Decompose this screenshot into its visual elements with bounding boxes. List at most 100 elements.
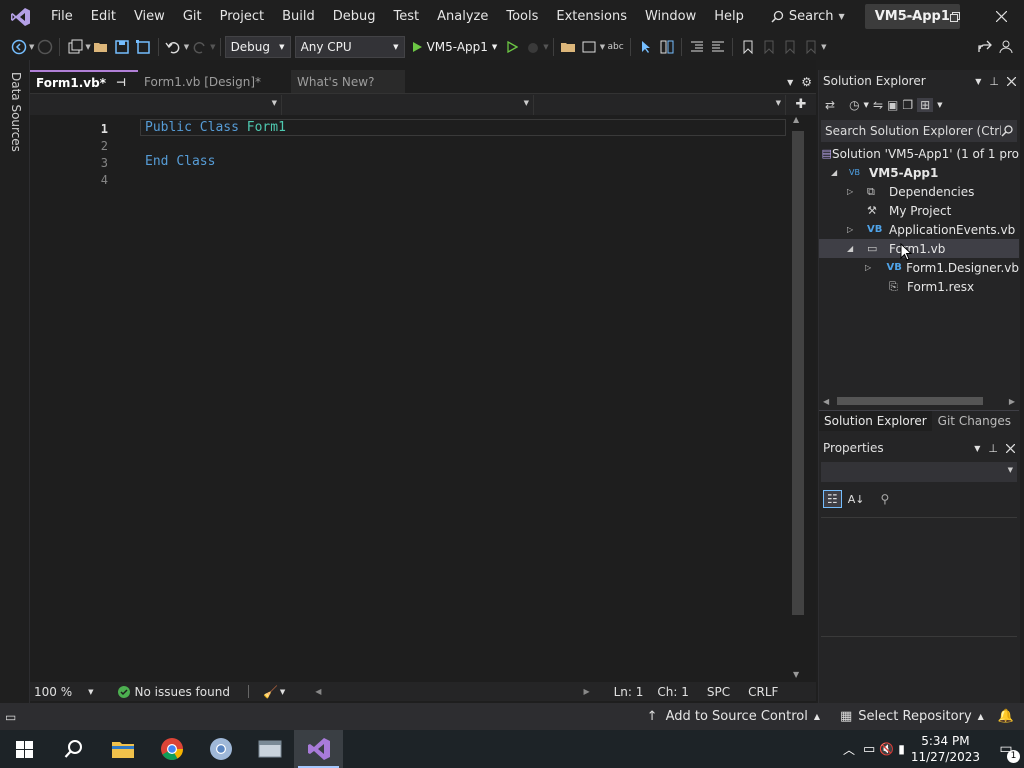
tree-item-application-events[interactable]: ▷ VB ApplicationEvents.vb (819, 220, 1019, 239)
zoom-level[interactable]: 100 % (34, 685, 72, 699)
tab-form1-design[interactable]: Form1.vb [Design]* (140, 70, 291, 93)
scrollbar-thumb[interactable] (837, 397, 984, 405)
expanded-arrow-icon[interactable]: ◢ (819, 168, 839, 177)
feedback-button[interactable] (995, 36, 1016, 58)
compare-button[interactable] (656, 36, 677, 58)
restore-button[interactable] (932, 0, 978, 33)
open-folder-button[interactable] (558, 36, 579, 58)
scroll-up-icon[interactable]: ▲ (793, 115, 799, 124)
split-editor-button[interactable]: ✚ (786, 97, 816, 112)
tree-item-project[interactable]: ◢ VB VM5-App1 (819, 163, 1019, 182)
indent-button[interactable] (686, 36, 707, 58)
menu-window[interactable]: Window (636, 0, 705, 33)
scroll-right-icon[interactable]: ▶ (583, 687, 589, 696)
menu-project[interactable]: Project (211, 0, 273, 33)
tab-solution-explorer[interactable]: Solution Explorer (819, 410, 932, 431)
tree-item-solution[interactable]: ▤ Solution 'VM5-App1' (1 of 1 pro (819, 144, 1019, 163)
volume-muted-icon[interactable]: 🔇 (879, 742, 894, 756)
save-button[interactable] (112, 36, 133, 58)
tree-item-form1-designer[interactable]: ▷ VB Form1.Designer.vb (819, 258, 1019, 277)
data-sources-strip[interactable]: Data Sources (0, 60, 30, 703)
chevron-down-icon[interactable]: ▼ (210, 43, 215, 51)
start-without-debugging-button[interactable] (501, 36, 522, 58)
chevron-down-icon[interactable]: ▼ (864, 101, 869, 109)
properties-object-select[interactable]: ▼ (821, 462, 1017, 482)
next-bookmark-button[interactable] (779, 36, 800, 58)
chevron-up-icon[interactable]: ︿ (843, 741, 855, 758)
taskbar-app-window[interactable] (245, 730, 294, 768)
sync-icon[interactable]: ⇋ (873, 98, 883, 112)
menu-view[interactable]: View (125, 0, 174, 33)
column-indicator[interactable]: Ch: 1 (657, 685, 688, 699)
spell-check-button[interactable]: abc (605, 36, 626, 58)
history-icon[interactable]: ◷ (849, 98, 859, 112)
member-scope-dropdown[interactable]: ▼ (534, 94, 786, 115)
taskbar-search-button[interactable] (49, 730, 98, 768)
chat-status-icon[interactable]: ▭ (5, 710, 16, 724)
chevron-down-icon[interactable]: ▼ (974, 444, 980, 453)
chevron-down-icon[interactable]: ▼ (821, 43, 826, 51)
menu-help[interactable]: Help (705, 0, 753, 33)
outdent-button[interactable] (707, 36, 728, 58)
new-project-button[interactable] (64, 36, 85, 58)
type-scope-dropdown[interactable]: ▼ (282, 94, 534, 115)
tree-item-form1[interactable]: ◢ ▭ Form1.vb (819, 239, 1019, 258)
issues-status[interactable]: No issues found (135, 685, 230, 699)
save-all-button[interactable] (133, 36, 154, 58)
code-line-3[interactable]: End Class (145, 154, 215, 169)
prev-bookmark-button[interactable] (758, 36, 779, 58)
code-line-1[interactable]: Public Class Form1 (145, 120, 286, 135)
pin-icon[interactable]: ⊥ (989, 75, 999, 88)
pin-icon[interactable]: ⊥ (988, 442, 998, 455)
minimize-button[interactable] (886, 0, 932, 33)
menu-build[interactable]: Build (273, 0, 324, 33)
collapsed-arrow-icon[interactable]: ▷ (819, 187, 867, 196)
chevron-up-icon[interactable]: ▲ (814, 712, 820, 721)
alphabetical-icon[interactable]: A↓ (848, 493, 865, 506)
tree-item-my-project[interactable]: ⚒ My Project (819, 201, 1019, 220)
line-ending-indicator[interactable]: CRLF (748, 685, 778, 699)
bell-icon[interactable]: 🔔 (998, 709, 1014, 724)
vertical-scrollbar[interactable]: ▲ ▼ (786, 115, 810, 683)
taskbar-chrome[interactable] (147, 730, 196, 768)
menu-edit[interactable]: Edit (82, 0, 125, 33)
pin-icon[interactable]: ⊣ (116, 76, 126, 89)
properties-grid[interactable] (821, 517, 1017, 637)
select-repository-button[interactable]: Select Repository (858, 709, 971, 724)
tree-item-form1-resx[interactable]: ⎘ Form1.resx (819, 277, 1019, 296)
solution-search-input[interactable]: Search Solution Explorer (Ctrl (821, 120, 1017, 142)
menu-analyze[interactable]: Analyze (428, 0, 497, 33)
back-nav-button[interactable] (8, 36, 29, 58)
layout-button[interactable] (579, 36, 600, 58)
scroll-right-icon[interactable]: ▶ (1009, 397, 1015, 406)
close-icon[interactable] (1007, 76, 1016, 86)
close-window-button[interactable] (978, 0, 1024, 33)
platform-select[interactable]: Any CPU ▼ (294, 35, 405, 58)
clock[interactable]: 5:34 PM 11/27/2023 (911, 733, 980, 765)
clear-bookmarks-button[interactable] (800, 36, 821, 58)
search-button[interactable]: Search ▼ (765, 9, 851, 24)
line-indicator[interactable]: Ln: 1 (614, 685, 644, 699)
menu-git[interactable]: Git (174, 0, 211, 33)
start-debugging-button[interactable]: VM5-App1 ▼ (411, 40, 497, 54)
collapse-all-icon[interactable]: ▣ (887, 98, 898, 112)
tab-whats-new[interactable]: What's New? (291, 70, 405, 93)
open-file-button[interactable] (91, 36, 112, 58)
property-pages-icon[interactable]: ⚲ (881, 492, 890, 506)
collapsed-arrow-icon[interactable]: ▷ (819, 263, 887, 272)
hot-reload-button[interactable] (522, 36, 543, 58)
chevron-up-icon[interactable]: ▲ (978, 712, 984, 721)
project-scope-dropdown[interactable]: ▼ (30, 94, 282, 115)
forward-nav-button[interactable] (34, 36, 55, 58)
switch-views-icon[interactable]: ⇄ (825, 98, 835, 112)
live-share-button[interactable] (974, 36, 995, 58)
chevron-down-icon[interactable]: ▼ (975, 77, 981, 86)
scroll-down-icon[interactable]: ▼ (793, 670, 799, 679)
gear-icon[interactable]: ⚙ (801, 75, 812, 89)
chevron-down-icon[interactable]: ▼ (280, 688, 285, 696)
bookmark-button[interactable] (737, 36, 758, 58)
notification-center-button[interactable]: ▭ 1 (988, 730, 1024, 768)
menu-file[interactable]: File (42, 0, 82, 33)
redo-button[interactable] (189, 36, 210, 58)
tab-git-changes[interactable]: Git Changes (932, 414, 1017, 428)
